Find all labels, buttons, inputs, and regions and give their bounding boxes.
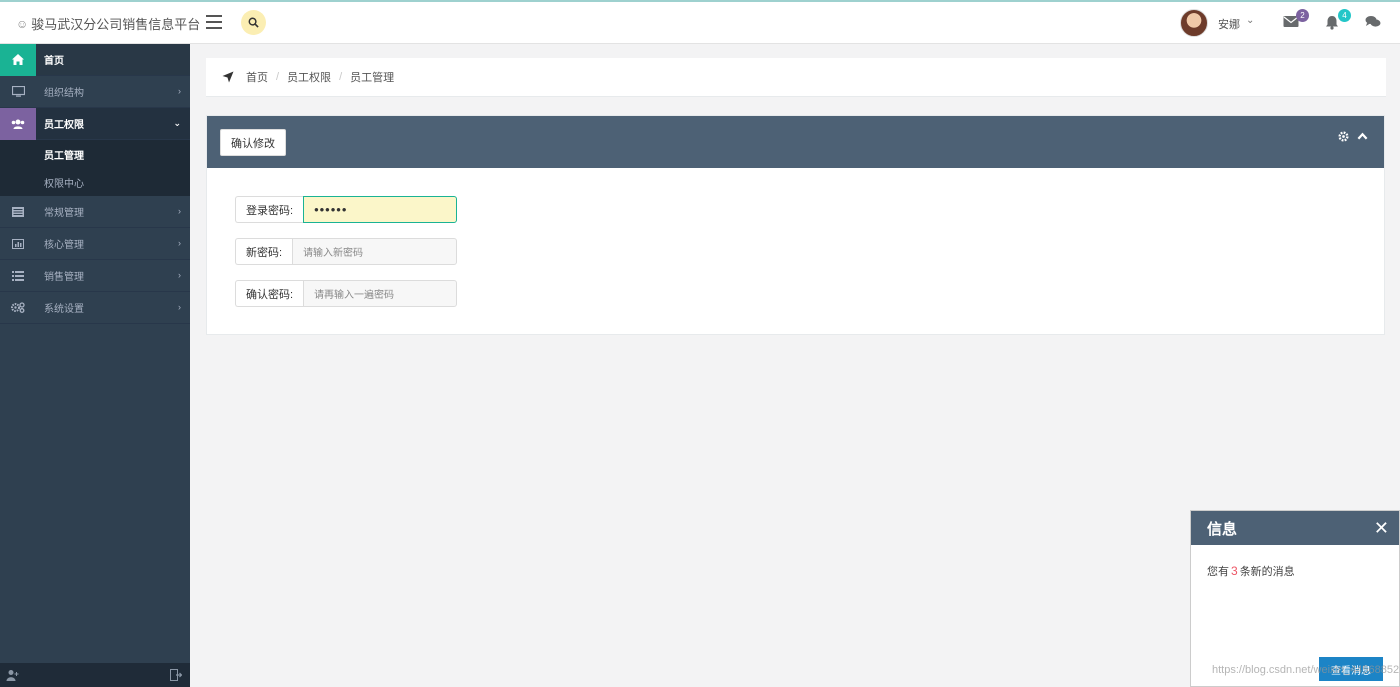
sidebar-footer: [0, 663, 190, 687]
table-icon: [0, 260, 36, 292]
notification-title: 信息: [1207, 520, 1238, 538]
mail-button[interactable]: 2: [1283, 9, 1309, 31]
login-password-label: 登录密码:: [235, 196, 304, 223]
login-password-field[interactable]: ••••••: [303, 196, 458, 223]
sidebar-item-label: 销售管理: [44, 272, 84, 283]
sidebar-item-core-management[interactable]: 核心管理 ›: [0, 228, 190, 260]
notification-suffix: 条新的消息: [1239, 566, 1295, 578]
bell-icon: [1326, 16, 1338, 30]
sidebar-item-routine-management[interactable]: 常规管理 ›: [0, 196, 190, 228]
breadcrumb: 首页 / 员工权限 / 员工管理: [206, 58, 1386, 97]
sidebar-item-sales-management[interactable]: 销售管理 ›: [0, 260, 190, 292]
new-password-row: 新密码: 请输入新密码: [235, 238, 458, 265]
sidebar-subitem-employee-management[interactable]: 员工管理: [0, 140, 190, 168]
chevron-down-icon[interactable]: ⌄: [1246, 15, 1254, 26]
chevron-right-icon: ›: [178, 86, 181, 96]
confirm-password-field[interactable]: 请再输入一遍密码: [303, 280, 458, 307]
breadcrumb-current: 员工管理: [350, 72, 395, 84]
sidebar-item-organization[interactable]: 组织结构 ›: [0, 76, 190, 108]
notification-header: 信息 ✕: [1191, 511, 1399, 545]
sidebar-subitem-label: 员工管理: [44, 150, 84, 162]
chevron-right-icon: ›: [178, 302, 181, 312]
logout-icon[interactable]: [170, 669, 182, 681]
search-button[interactable]: [241, 10, 266, 35]
list-icon: [0, 196, 36, 228]
watermark: https://blog.csdn.net/weixin_44568852: [1212, 664, 1400, 676]
breadcrumb-employee-permissions[interactable]: 员工权限: [287, 69, 331, 85]
menu-toggle-button[interactable]: [206, 15, 222, 29]
chevron-right-icon: ›: [178, 238, 181, 248]
confirm-password-row: 确认密码: 请再输入一遍密码: [235, 280, 458, 307]
sidebar-item-label: 常规管理: [44, 208, 84, 219]
sidebar-item-system-settings[interactable]: 系统设置 ›: [0, 292, 190, 324]
sidebar-item-label: 首页: [44, 56, 64, 67]
confirm-changes-button[interactable]: 确认修改: [220, 129, 286, 156]
users-icon: [0, 107, 36, 140]
mail-count-badge: 2: [1296, 9, 1309, 22]
app-title: 骏马武汉分公司销售信息平台: [31, 17, 201, 32]
breadcrumb-home[interactable]: 首页: [246, 69, 268, 85]
bell-count-badge: 4: [1338, 9, 1351, 22]
breadcrumb-separator: /: [276, 71, 280, 83]
sidebar-item-label: 员工权限: [44, 120, 84, 131]
sidebar-item-label: 核心管理: [44, 240, 84, 251]
sidebar-item-label: 组织结构: [44, 88, 84, 99]
panel-tools: [1338, 131, 1368, 142]
chevron-down-icon: ⌄: [173, 118, 181, 128]
sidebar-item-label: 系统设置: [44, 304, 84, 315]
close-icon[interactable]: ✕: [1374, 518, 1389, 539]
gear-icon[interactable]: [1338, 131, 1349, 142]
location-arrow-icon: [222, 71, 234, 83]
sidebar-item-employee-permissions[interactable]: 员工权限 ⌄: [0, 107, 190, 140]
new-password-field[interactable]: 请输入新密码: [292, 238, 458, 265]
chevron-right-icon: ›: [178, 270, 181, 280]
sidebar-item-home[interactable]: 首页: [0, 43, 190, 76]
notifications-button[interactable]: 4: [1325, 9, 1351, 31]
sidebar: 首页 组织结构 › 员工权限 ⌄ 员工管理 权限中心 常规管理 › 核心管理 ›…: [0, 43, 190, 687]
breadcrumb-separator: /: [339, 71, 343, 83]
sidebar-submenu: 员工管理 权限中心: [0, 140, 190, 196]
user-name[interactable]: 安娜: [1218, 16, 1240, 32]
confirm-password-label: 确认密码:: [235, 280, 304, 307]
chevron-right-icon: ›: [178, 206, 181, 216]
monitor-icon: [0, 76, 36, 108]
chevron-up-icon[interactable]: [1357, 131, 1368, 142]
new-password-label: 新密码:: [235, 238, 293, 265]
smile-icon: ☺: [16, 16, 29, 31]
notification-popup: 信息 ✕ 您有 3 条新的消息 查看消息: [1190, 510, 1400, 687]
gears-icon: [0, 292, 36, 324]
panel-header: 确认修改: [207, 116, 1384, 168]
avatar[interactable]: [1180, 9, 1208, 37]
notification-prefix: 您有: [1207, 566, 1229, 578]
sidebar-subitem-permission-center[interactable]: 权限中心: [0, 168, 190, 196]
home-icon: [0, 43, 36, 76]
add-user-icon[interactable]: [6, 669, 19, 681]
bar-chart-icon: [0, 228, 36, 260]
notification-count: 3: [1231, 564, 1238, 578]
login-password-row: 登录密码: ••••••: [235, 196, 458, 223]
app-brand[interactable]: ☺ 骏马武汉分公司销售信息平台: [16, 14, 200, 33]
sidebar-subitem-label: 权限中心: [44, 178, 84, 190]
notification-message: 您有 3 条新的消息: [1191, 545, 1399, 597]
messages-button[interactable]: [1365, 15, 1383, 31]
top-bar: ☺ 骏马武汉分公司销售信息平台 安娜 ⌄ 2 4: [0, 0, 1400, 44]
password-panel: 确认修改 登录密码: •••••• 新密码: 请输入新密码 确认密码: 请再输入…: [206, 115, 1385, 335]
comments-icon: [1365, 16, 1381, 27]
search-icon: [248, 17, 259, 28]
